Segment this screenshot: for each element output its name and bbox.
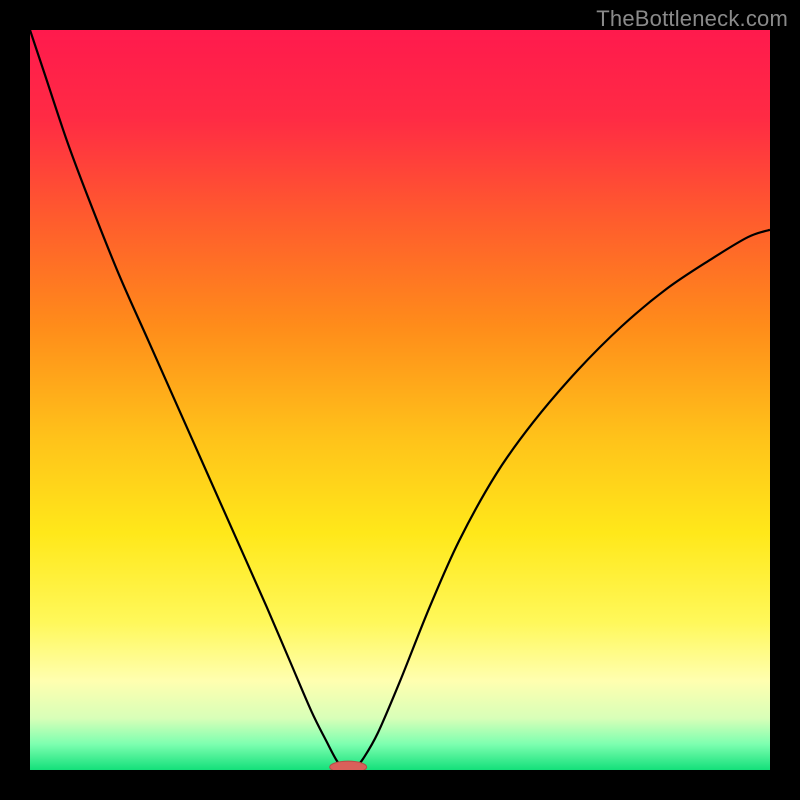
gradient-background — [30, 30, 770, 770]
optimal-point-marker — [330, 761, 367, 770]
chart-svg — [30, 30, 770, 770]
watermark-text: TheBottleneck.com — [596, 6, 788, 32]
chart-plot-area — [30, 30, 770, 770]
